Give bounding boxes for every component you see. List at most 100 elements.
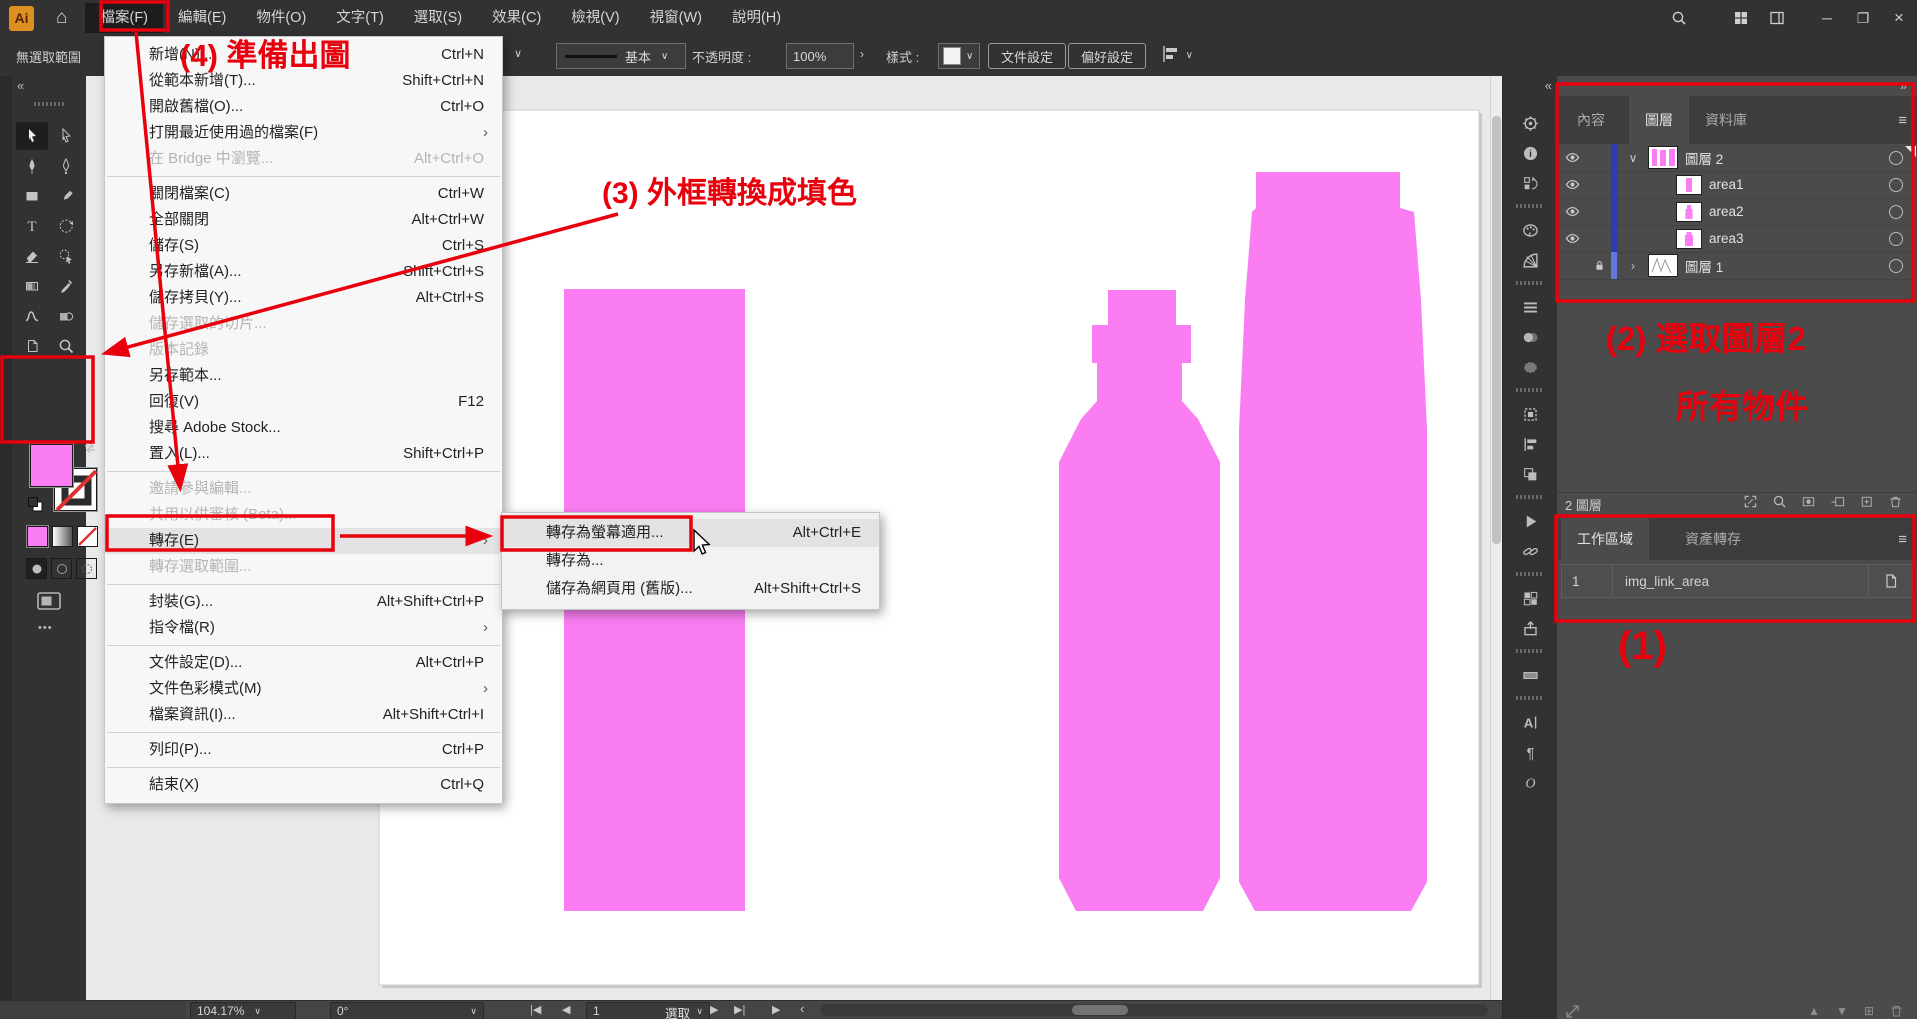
layer-target-icon[interactable] — [1889, 259, 1903, 273]
delete-icon[interactable] — [1888, 494, 1903, 514]
layer-name[interactable]: area2 — [1709, 204, 1889, 219]
layer-name[interactable]: area3 — [1709, 231, 1889, 246]
align-panel-icon[interactable] — [1517, 431, 1543, 457]
menu-item[interactable]: 在 Bridge 中瀏覽...Alt+Ctrl+O — [105, 146, 502, 172]
paintbrush-tool[interactable] — [50, 182, 82, 210]
menubar-item-5[interactable]: 選取(S) — [399, 3, 477, 33]
delete-icon[interactable] — [1890, 1004, 1903, 1019]
visibility-toggle-icon[interactable] — [1557, 204, 1587, 219]
fill-color-swatch[interactable] — [30, 444, 73, 487]
screen-mode-icon[interactable] — [36, 590, 62, 617]
menu-item[interactable]: 邀請參與編輯... — [105, 476, 502, 502]
stroke-panel-icon[interactable] — [1517, 294, 1543, 320]
menu-item[interactable]: 另存範本... — [105, 363, 502, 389]
horizontal-scrollbar[interactable] — [820, 1004, 1488, 1016]
new-sublayer-icon[interactable] — [1830, 494, 1845, 514]
artboard-tool[interactable] — [16, 332, 48, 360]
gradient-mode-button[interactable] — [52, 526, 73, 547]
menu-item[interactable]: 文件色彩模式(M)› — [105, 676, 502, 702]
default-fill-stroke-icon[interactable] — [27, 496, 44, 518]
menubar-item-9[interactable]: 說明(H) — [717, 3, 796, 33]
layers-panel-tab-3[interactable]: 資料庫 — [1689, 96, 1763, 144]
layer-row-area3[interactable]: area3 — [1557, 225, 1917, 253]
menu-item[interactable]: 轉存為... — [502, 547, 879, 575]
layer-thumbnail[interactable] — [1649, 255, 1677, 276]
close-button[interactable]: × — [1881, 0, 1917, 36]
lock-toggle-icon[interactable] — [1587, 259, 1611, 272]
minimize-button[interactable]: ─ — [1809, 0, 1845, 36]
transparency-panel-icon[interactable] — [1517, 324, 1543, 350]
next-artboard-icon[interactable]: ▶ — [710, 1003, 718, 1016]
align-dropdown[interactable]: ∨ — [1160, 44, 1193, 67]
horizontal-scrollbar-thumb[interactable] — [1072, 1005, 1128, 1015]
layers-panel-tab-1[interactable]: 內容 — [1561, 96, 1621, 144]
expand-chevron-icon[interactable]: ∨ — [1623, 151, 1643, 165]
selection-tool[interactable] — [16, 122, 48, 150]
menu-item[interactable]: 回復(V)F12 — [105, 389, 502, 415]
search-icon[interactable] — [1772, 494, 1787, 514]
menu-item[interactable]: 儲存(S)Ctrl+S — [105, 233, 502, 259]
menu-item[interactable]: 儲存為網頁用 (舊版)...Alt+Shift+Ctrl+S — [502, 575, 879, 603]
tools-grip[interactable] — [34, 102, 64, 106]
color-guide-panel-icon[interactable] — [1517, 247, 1543, 273]
menu-item[interactable]: 開啟舊檔(O)...Ctrl+O — [105, 94, 502, 120]
layer-thumbnail[interactable] — [1677, 176, 1701, 194]
menu-item[interactable]: 打開最近使用過的檔案(F)› — [105, 120, 502, 146]
collapse-dock-icon[interactable]: « — [1545, 78, 1552, 93]
menu-item[interactable]: 轉存為螢幕適用...Alt+Ctrl+E — [502, 519, 879, 547]
chevron-right-icon[interactable]: › — [860, 47, 864, 61]
direct-selection-tool[interactable] — [50, 122, 82, 150]
layer-name[interactable]: 圖層 2 — [1685, 148, 1889, 168]
artboard-row[interactable]: 1img_link_area — [1561, 564, 1913, 598]
dock-grip[interactable] — [1516, 281, 1544, 285]
gradient-panel-icon[interactable] — [1517, 354, 1543, 380]
stroke-style-dropdown[interactable]: 基本 ∨ — [556, 43, 686, 69]
layer-row-圖層-1[interactable]: ›圖層 1 — [1557, 252, 1917, 280]
curvature-tool[interactable] — [50, 152, 82, 180]
status-expand-icon[interactable]: ▶ — [772, 1003, 780, 1016]
move-up-icon[interactable]: ▲ — [1808, 1004, 1820, 1019]
clip-mask-icon[interactable] — [1801, 494, 1816, 514]
menu-item[interactable]: 置入(L)...Shift+Ctrl+P — [105, 441, 502, 467]
asset-export-panel-icon[interactable] — [1517, 615, 1543, 641]
dock-grip[interactable] — [1516, 388, 1544, 392]
move-down-icon[interactable]: ▼ — [1836, 1004, 1848, 1019]
vertical-scrollbar-thumb[interactable] — [1492, 116, 1501, 544]
gradient-tool[interactable] — [16, 272, 48, 300]
pen-tool[interactable] — [16, 152, 48, 180]
shape-builder-tool[interactable] — [50, 302, 82, 330]
dock-grip[interactable] — [1516, 696, 1544, 700]
layers-panel-menu-icon[interactable]: ≡ — [1898, 112, 1907, 129]
illustrator-logo[interactable]: Ai — [9, 6, 34, 31]
scroll-left-icon[interactable]: ‹ — [800, 1001, 804, 1016]
artboards-panel-menu-icon[interactable]: ≡ — [1898, 531, 1907, 548]
artboards-panel-icon[interactable] — [1517, 401, 1543, 427]
document-setup-button[interactable]: 文件設定 — [988, 43, 1066, 69]
layer-row-area1[interactable]: area1 — [1557, 171, 1917, 199]
visibility-toggle-icon[interactable] — [1557, 231, 1587, 246]
new-asset-icon[interactable]: ⊞ — [1864, 1004, 1874, 1019]
layer-thumbnail[interactable] — [1677, 203, 1701, 221]
zoom-level-dropdown[interactable]: 104.17%∨ — [190, 1002, 296, 1019]
visibility-toggle-icon[interactable] — [1557, 177, 1587, 192]
artboard-name[interactable]: img_link_area — [1613, 564, 1869, 598]
layer-target-icon[interactable] — [1889, 205, 1903, 219]
actions-panel-icon[interactable] — [1517, 508, 1543, 534]
menu-item[interactable]: 另存新檔(A)...Shift+Ctrl+S — [105, 259, 502, 285]
color-panel-icon[interactable] — [1517, 217, 1543, 243]
menu-item[interactable]: 檔案資訊(I)...Alt+Shift+Ctrl+I — [105, 702, 502, 728]
type-tool[interactable]: T — [16, 212, 48, 240]
new-layer-icon[interactable] — [1859, 494, 1874, 514]
menu-item[interactable]: 全部關閉Alt+Ctrl+W — [105, 207, 502, 233]
layer-row-圖層-2[interactable]: ∨ 圖層 2 — [1557, 144, 1917, 172]
layer-thumbnail[interactable] — [1677, 230, 1701, 248]
layer-target-icon[interactable] — [1889, 151, 1903, 165]
visibility-toggle-icon[interactable] — [1557, 150, 1587, 165]
layer-name[interactable]: 圖層 1 — [1685, 256, 1889, 276]
search-icon[interactable] — [1661, 0, 1697, 36]
layer-target-icon[interactable] — [1889, 178, 1903, 192]
zoom-tool[interactable] — [50, 332, 82, 360]
dock-grip[interactable] — [1516, 204, 1544, 208]
edit-toolbar-icon[interactable]: ••• — [38, 622, 53, 634]
draw-normal-button[interactable] — [26, 558, 47, 579]
